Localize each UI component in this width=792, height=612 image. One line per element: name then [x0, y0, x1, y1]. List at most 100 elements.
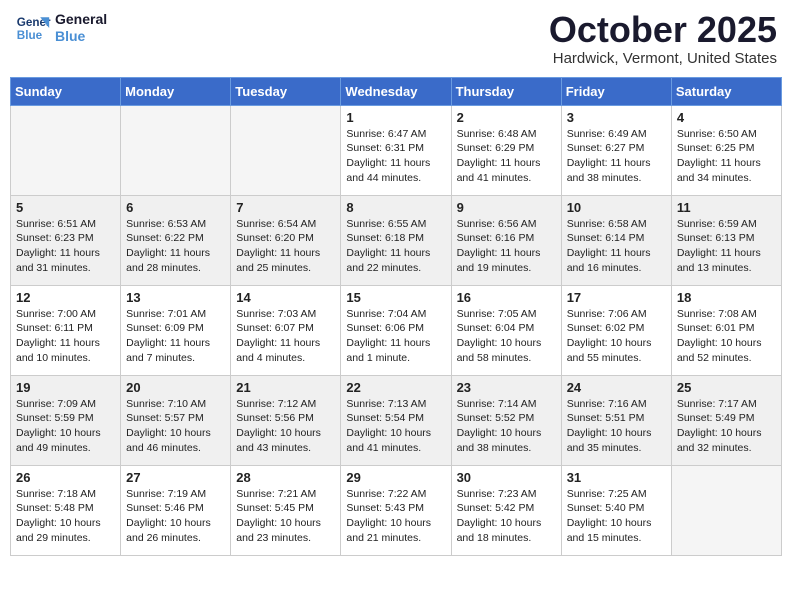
logo-icon: General Blue	[15, 10, 51, 46]
day-info: Sunrise: 7:03 AMSunset: 6:07 PMDaylight:…	[236, 307, 335, 366]
calendar-cell: 20Sunrise: 7:10 AMSunset: 5:57 PMDayligh…	[121, 375, 231, 465]
day-number: 29	[346, 470, 445, 485]
day-info: Sunrise: 6:53 AMSunset: 6:22 PMDaylight:…	[126, 217, 225, 276]
calendar-cell: 23Sunrise: 7:14 AMSunset: 5:52 PMDayligh…	[451, 375, 561, 465]
calendar-cell: 29 Sunrise: 7:22 AMSunset: 5:43 PMDayligh…	[341, 465, 451, 555]
day-info: Sunrise: 7:23 AMSunset: 5:42 PMDaylight:…	[457, 487, 556, 546]
day-info: Sunrise: 7:04 AMSunset: 6:06 PMDaylight:…	[346, 307, 445, 366]
column-header-saturday: Saturday	[671, 77, 781, 105]
calendar-week-row: 26 Sunrise: 7:18 AMSunset: 5:48 PMDayligh…	[11, 465, 782, 555]
column-header-friday: Friday	[561, 77, 671, 105]
svg-text:Blue: Blue	[17, 29, 43, 42]
calendar-cell: 13Sunrise: 7:01 AMSunset: 6:09 PMDayligh…	[121, 285, 231, 375]
calendar-cell: 18 Sunrise: 7:08 AMSunset: 6:01 PMDayligh…	[671, 285, 781, 375]
day-number: 31	[567, 470, 666, 485]
day-info: Sunrise: 6:56 AMSunset: 6:16 PMDaylight:…	[457, 217, 556, 276]
calendar-cell: 3 Sunrise: 6:49 AMSunset: 6:27 PMDaylight…	[561, 105, 671, 195]
calendar-table: SundayMondayTuesdayWednesdayThursdayFrid…	[10, 77, 782, 556]
calendar-cell: 8Sunrise: 6:55 AMSunset: 6:18 PMDaylight…	[341, 195, 451, 285]
day-number: 16	[457, 290, 556, 305]
calendar-week-row: 5Sunrise: 6:51 AMSunset: 6:23 PMDaylight…	[11, 195, 782, 285]
calendar-cell: 10 Sunrise: 6:58 AMSunset: 6:14 PMDayligh…	[561, 195, 671, 285]
calendar-cell: 21 Sunrise: 7:12 AMSunset: 5:56 PMDayligh…	[231, 375, 341, 465]
day-info: Sunrise: 7:17 AMSunset: 5:49 PMDaylight:…	[677, 397, 776, 456]
month-title: October 2025	[549, 10, 777, 50]
calendar-week-row: 1 Sunrise: 6:47 AMSunset: 6:31 PMDaylight…	[11, 105, 782, 195]
day-number: 10	[567, 200, 666, 215]
day-info: Sunrise: 7:25 AMSunset: 5:40 PMDaylight:…	[567, 487, 666, 546]
calendar-cell: 30Sunrise: 7:23 AMSunset: 5:42 PMDayligh…	[451, 465, 561, 555]
logo-text-general: General	[55, 11, 107, 28]
day-info: Sunrise: 7:00 AMSunset: 6:11 PMDaylight:…	[16, 307, 115, 366]
day-number: 27	[126, 470, 225, 485]
calendar-cell: 12 Sunrise: 7:00 AMSunset: 6:11 PMDayligh…	[11, 285, 121, 375]
calendar-cell: 27 Sunrise: 7:19 AMSunset: 5:46 PMDayligh…	[121, 465, 231, 555]
title-block: October 2025 Hardwick, Vermont, United S…	[549, 10, 777, 67]
day-info: Sunrise: 6:54 AMSunset: 6:20 PMDaylight:…	[236, 217, 335, 276]
day-info: Sunrise: 6:49 AMSunset: 6:27 PMDaylight:…	[567, 127, 666, 186]
calendar-cell: 22Sunrise: 7:13 AMSunset: 5:54 PMDayligh…	[341, 375, 451, 465]
calendar-cell	[11, 105, 121, 195]
day-number: 9	[457, 200, 556, 215]
day-info: Sunrise: 6:59 AMSunset: 6:13 PMDaylight:…	[677, 217, 776, 276]
day-info: Sunrise: 7:12 AMSunset: 5:56 PMDaylight:…	[236, 397, 335, 456]
day-number: 2	[457, 110, 556, 125]
logo: General Blue General Blue	[15, 10, 107, 46]
day-info: Sunrise: 7:18 AMSunset: 5:48 PMDaylight:…	[16, 487, 115, 546]
day-info: Sunrise: 6:47 AMSunset: 6:31 PMDaylight:…	[346, 127, 445, 186]
day-number: 12	[16, 290, 115, 305]
day-number: 26	[16, 470, 115, 485]
calendar-cell: 26 Sunrise: 7:18 AMSunset: 5:48 PMDayligh…	[11, 465, 121, 555]
column-header-monday: Monday	[121, 77, 231, 105]
calendar-cell	[231, 105, 341, 195]
day-number: 8	[346, 200, 445, 215]
day-number: 7	[236, 200, 335, 215]
day-number: 18	[677, 290, 776, 305]
day-number: 1	[346, 110, 445, 125]
calendar-cell: 16Sunrise: 7:05 AMSunset: 6:04 PMDayligh…	[451, 285, 561, 375]
calendar-cell: 28Sunrise: 7:21 AMSunset: 5:45 PMDayligh…	[231, 465, 341, 555]
day-info: Sunrise: 7:09 AMSunset: 5:59 PMDaylight:…	[16, 397, 115, 456]
column-header-tuesday: Tuesday	[231, 77, 341, 105]
day-number: 24	[567, 380, 666, 395]
location-subtitle: Hardwick, Vermont, United States	[549, 50, 777, 67]
day-number: 28	[236, 470, 335, 485]
day-number: 4	[677, 110, 776, 125]
day-info: Sunrise: 7:19 AMSunset: 5:46 PMDaylight:…	[126, 487, 225, 546]
day-number: 21	[236, 380, 335, 395]
calendar-cell: 24 Sunrise: 7:16 AMSunset: 5:51 PMDayligh…	[561, 375, 671, 465]
day-info: Sunrise: 7:22 AMSunset: 5:43 PMDaylight:…	[346, 487, 445, 546]
day-info: Sunrise: 7:10 AMSunset: 5:57 PMDaylight:…	[126, 397, 225, 456]
calendar-cell: 14 Sunrise: 7:03 AMSunset: 6:07 PMDayligh…	[231, 285, 341, 375]
column-header-thursday: Thursday	[451, 77, 561, 105]
calendar-cell: 5Sunrise: 6:51 AMSunset: 6:23 PMDaylight…	[11, 195, 121, 285]
calendar-cell: 31 Sunrise: 7:25 AMSunset: 5:40 PMDayligh…	[561, 465, 671, 555]
day-info: Sunrise: 6:58 AMSunset: 6:14 PMDaylight:…	[567, 217, 666, 276]
day-number: 3	[567, 110, 666, 125]
calendar-cell	[121, 105, 231, 195]
calendar-cell: 2 Sunrise: 6:48 AMSunset: 6:29 PMDaylight…	[451, 105, 561, 195]
calendar-cell	[671, 465, 781, 555]
column-header-sunday: Sunday	[11, 77, 121, 105]
day-number: 11	[677, 200, 776, 215]
day-info: Sunrise: 7:06 AMSunset: 6:02 PMDaylight:…	[567, 307, 666, 366]
calendar-week-row: 12 Sunrise: 7:00 AMSunset: 6:11 PMDayligh…	[11, 285, 782, 375]
calendar-header-row: SundayMondayTuesdayWednesdayThursdayFrid…	[11, 77, 782, 105]
day-number: 25	[677, 380, 776, 395]
day-number: 23	[457, 380, 556, 395]
day-info: Sunrise: 7:01 AMSunset: 6:09 PMDaylight:…	[126, 307, 225, 366]
calendar-cell: 1 Sunrise: 6:47 AMSunset: 6:31 PMDaylight…	[341, 105, 451, 195]
logo-text-blue: Blue	[55, 28, 107, 45]
calendar-cell: 7 Sunrise: 6:54 AMSunset: 6:20 PMDaylight…	[231, 195, 341, 285]
calendar-cell: 25 Sunrise: 7:17 AMSunset: 5:49 PMDayligh…	[671, 375, 781, 465]
day-number: 14	[236, 290, 335, 305]
day-info: Sunrise: 7:08 AMSunset: 6:01 PMDaylight:…	[677, 307, 776, 366]
calendar-cell: 15Sunrise: 7:04 AMSunset: 6:06 PMDayligh…	[341, 285, 451, 375]
day-info: Sunrise: 7:16 AMSunset: 5:51 PMDaylight:…	[567, 397, 666, 456]
day-info: Sunrise: 6:48 AMSunset: 6:29 PMDaylight:…	[457, 127, 556, 186]
calendar-week-row: 19Sunrise: 7:09 AMSunset: 5:59 PMDayligh…	[11, 375, 782, 465]
column-header-wednesday: Wednesday	[341, 77, 451, 105]
calendar-cell: 4Sunrise: 6:50 AMSunset: 6:25 PMDaylight…	[671, 105, 781, 195]
calendar-cell: 19Sunrise: 7:09 AMSunset: 5:59 PMDayligh…	[11, 375, 121, 465]
day-number: 6	[126, 200, 225, 215]
